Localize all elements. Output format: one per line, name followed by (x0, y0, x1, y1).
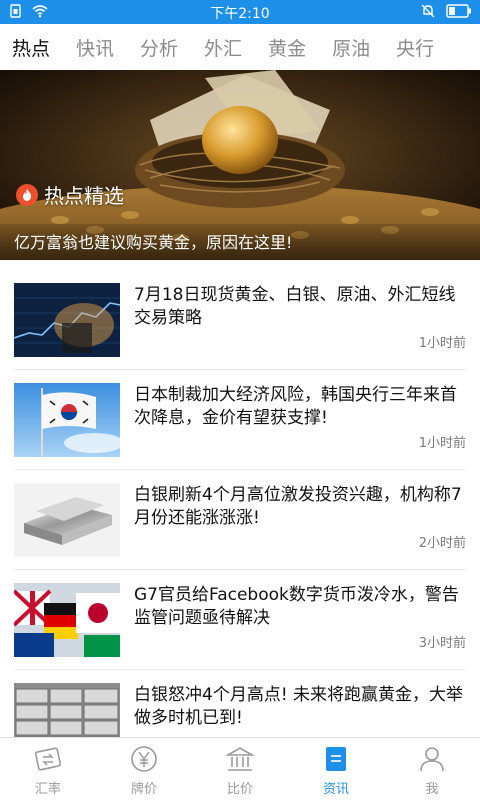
tab-analysis[interactable]: 分析 (140, 34, 178, 61)
nav-label: 比价 (226, 782, 253, 797)
nav-me[interactable]: 我 (384, 738, 480, 800)
battery-icon (446, 4, 471, 18)
flag-thumb (14, 383, 120, 457)
yen-coin-icon (131, 746, 157, 772)
news-time: 1小时前 (418, 436, 466, 451)
news-icon (326, 747, 346, 771)
tab-forex[interactable]: 外汇 (204, 34, 242, 61)
mute-bell-icon (421, 4, 435, 18)
news-item[interactable]: 7月18日现货黄金、白银、原油、外汇短线交易策略 1小时前 (14, 270, 466, 370)
status-time: 下午2:10 (210, 6, 270, 22)
nav-news[interactable]: 资讯 (288, 738, 384, 800)
hero-caption: 亿万富翁也建议购买黄金，原因在这里! (14, 233, 293, 252)
news-time: 2小时前 (418, 536, 466, 551)
hero-badge: 热点精选 (16, 180, 124, 209)
news-title: 7月18日现货黄金、白银、原油、外汇短线交易策略 (134, 285, 456, 328)
tab-central-bank[interactable]: 央行 (396, 34, 434, 61)
hero-badge-label: 热点精选 (44, 184, 124, 208)
hero-banner[interactable]: 热点精选 亿万富翁也建议购买黄金，原因在这里! (0, 70, 480, 260)
nav-label: 牌价 (130, 782, 157, 797)
tab-gold[interactable]: 黄金 (268, 34, 306, 61)
news-title: G7官员给Facebook数字货币泼冷水，警告监管问题亟待解决 (134, 585, 459, 628)
news-title: 日本制裁加大经济风险，韩国央行三年来首次降息，金价有望获支撑! (134, 385, 457, 428)
silver-bar-thumb (14, 483, 120, 557)
news-item[interactable]: 日本制裁加大经济风险，韩国央行三年来首次降息，金价有望获支撑! 1小时前 (14, 370, 466, 470)
category-tabs: 热点 快讯 分析 外汇 黄金 原油 央行 (0, 24, 480, 70)
nav-compare-price[interactable]: 比价 (192, 738, 288, 800)
bank-icon (225, 747, 255, 771)
fire-icon (16, 183, 38, 206)
news-item[interactable]: G7官员给Facebook数字货币泼冷水，警告监管问题亟待解决 3小时前 (14, 570, 466, 670)
news-title: 白银刷新4个月高位激发投资兴趣，机构称7月份还能涨涨涨! (134, 485, 462, 528)
news-time: 3小时前 (418, 636, 466, 651)
news-time: 1小时前 (418, 336, 466, 351)
chart-thumb (14, 283, 120, 357)
nav-exchange-rate[interactable]: 汇率 (0, 738, 96, 800)
nav-board-price[interactable]: 牌价 (96, 738, 192, 800)
news-item[interactable]: 白银刷新4个月高位激发投资兴趣，机构称7月份还能涨涨涨! 2小时前 (14, 470, 466, 570)
nav-label: 资讯 (322, 782, 349, 797)
bottom-nav: 汇率 牌价 比价 资讯 我 (0, 737, 480, 800)
status-right-icons (420, 3, 472, 19)
nav-label: 汇率 (34, 782, 61, 797)
flags-thumb (14, 583, 120, 657)
status-bar: 下午2:10 (0, 0, 480, 24)
exchange-icon (34, 747, 62, 771)
tab-hot[interactable]: 热点 (12, 34, 50, 61)
tab-flash[interactable]: 快讯 (76, 34, 114, 61)
nav-label: 我 (425, 782, 439, 797)
person-icon (420, 747, 444, 772)
news-list: 7月18日现货黄金、白银、原油、外汇短线交易策略 1小时前 日本制裁加大经济风险… (0, 270, 480, 770)
news-title: 白银怒冲4个月高点! 未来将跑赢黄金，大举做多时机已到! (134, 685, 464, 728)
tab-oil[interactable]: 原油 (332, 34, 370, 61)
